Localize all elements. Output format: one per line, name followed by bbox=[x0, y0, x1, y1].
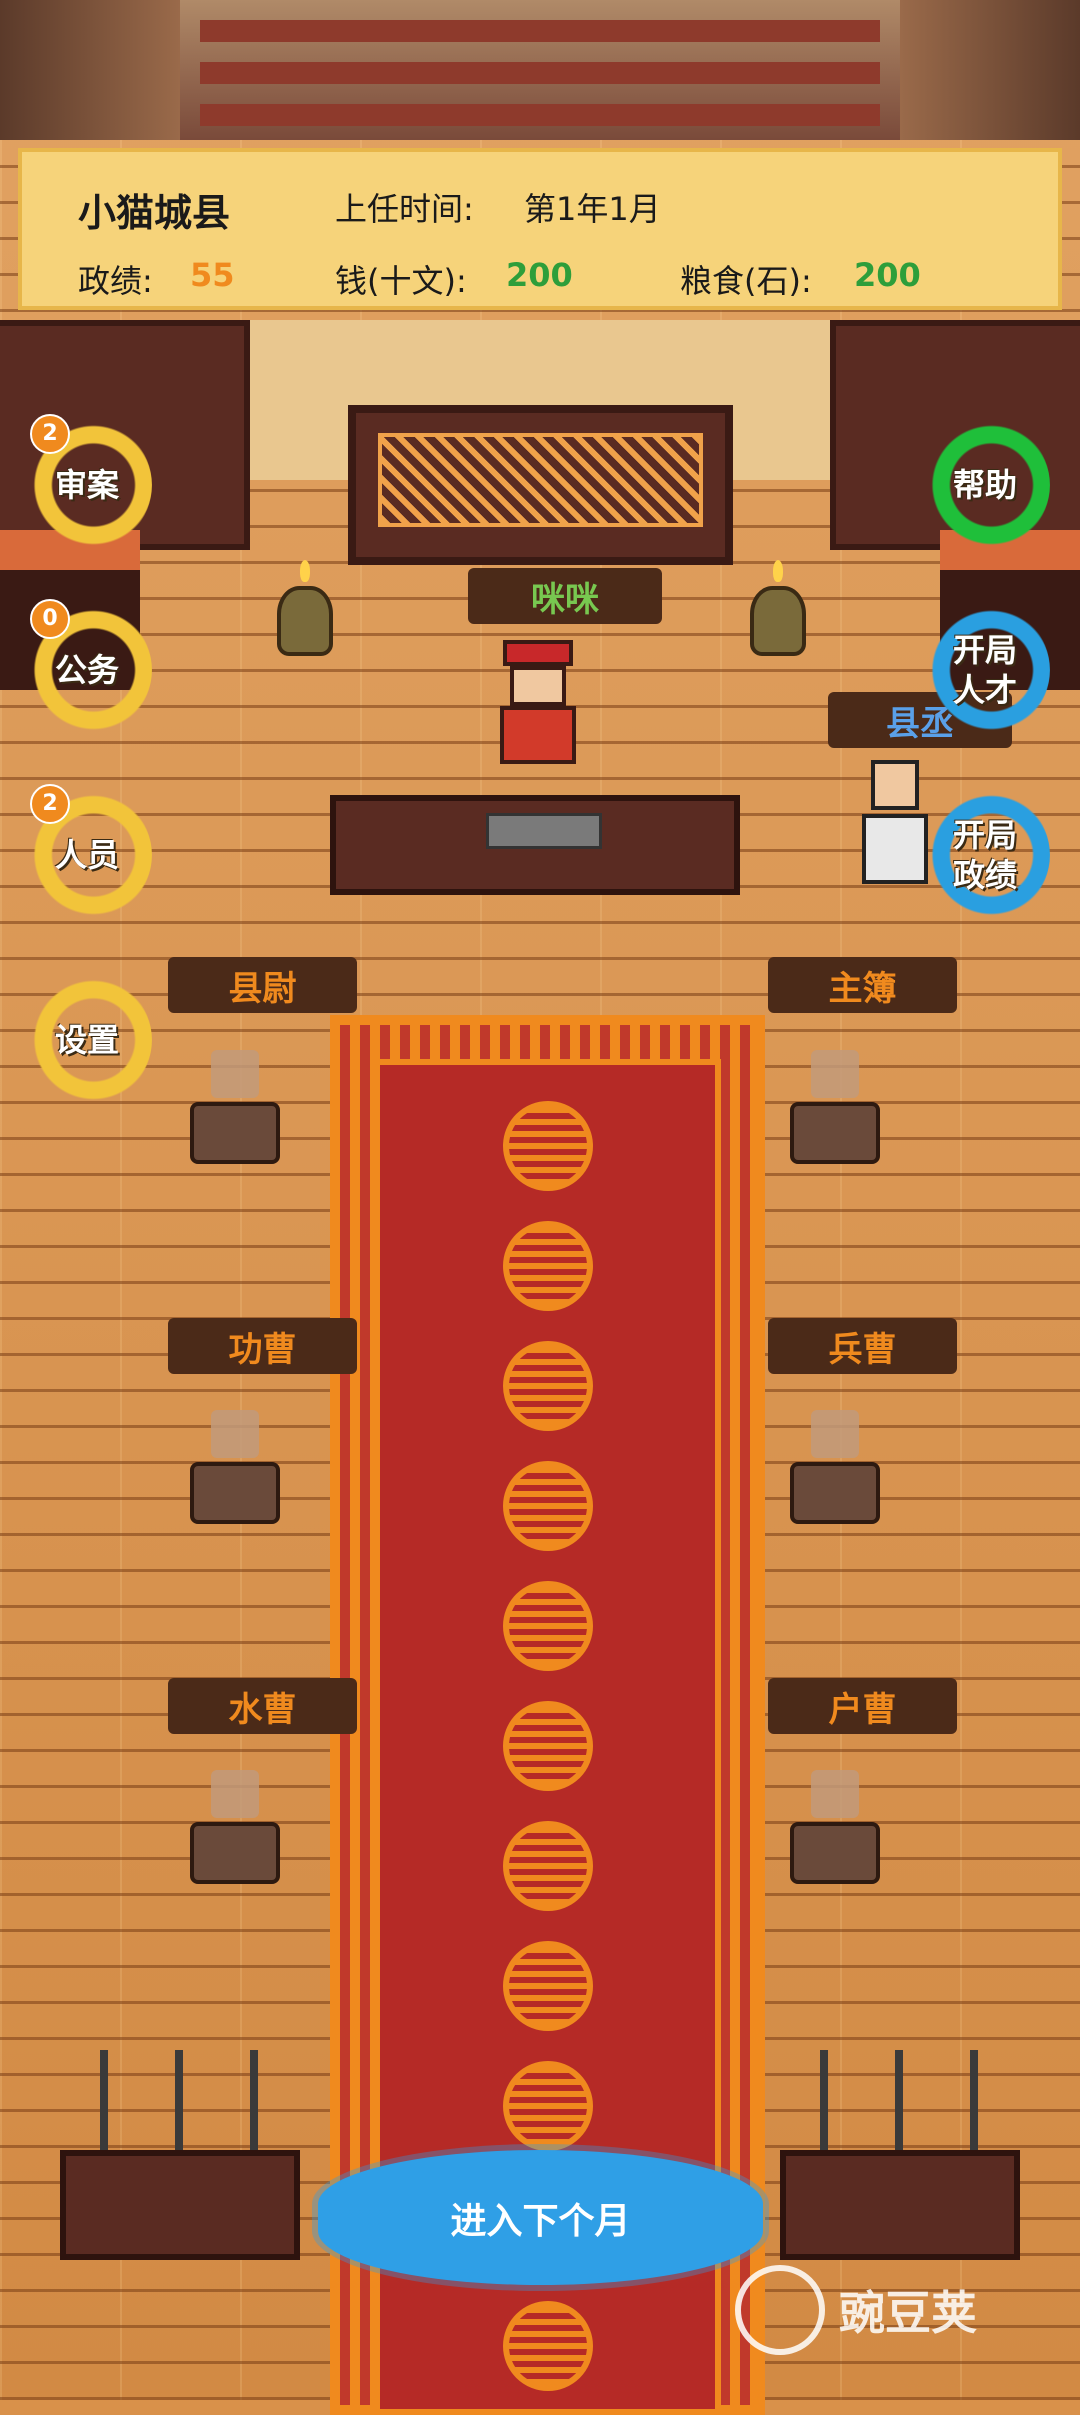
officer-plate-right-2: 兵曹 bbox=[768, 1318, 957, 1374]
roof bbox=[0, 0, 1080, 140]
staff-badge: 2 bbox=[30, 784, 70, 824]
officer-plate-left-3: 水曹 bbox=[168, 1678, 357, 1734]
guard-left-3[interactable] bbox=[185, 1770, 285, 1890]
staff-label: 人员 bbox=[54, 836, 119, 874]
lamp-right bbox=[748, 560, 808, 675]
starting-talent-label: 开局 人才 bbox=[952, 631, 1017, 709]
affairs-badge: 0 bbox=[30, 599, 70, 639]
trial-button[interactable]: 2 审案 bbox=[22, 414, 152, 550]
officer-plate-left-1: 县尉 bbox=[168, 957, 357, 1013]
official-affairs-button[interactable]: 0 公务 bbox=[22, 599, 152, 735]
officer-plate-left-2: 功曹 bbox=[168, 1318, 357, 1374]
ornate-screen bbox=[348, 405, 733, 565]
carpet-medallion bbox=[502, 1701, 593, 1791]
money-value: 200 bbox=[506, 256, 573, 294]
guard-left-2[interactable] bbox=[185, 1410, 285, 1530]
watermark-text: 豌豆荚 bbox=[839, 2286, 977, 2340]
term-label: 上任时间: bbox=[335, 190, 474, 228]
carpet-medallion bbox=[502, 1941, 593, 2031]
weapon-rack-left bbox=[60, 2050, 300, 2270]
affairs-label: 公务 bbox=[54, 651, 119, 689]
grain-value: 200 bbox=[854, 256, 921, 294]
settings-label: 设置 bbox=[54, 1021, 119, 1059]
merit-label: 政绩: bbox=[78, 262, 153, 300]
carpet-medallion bbox=[502, 2301, 593, 2391]
guard-left-1[interactable] bbox=[185, 1050, 285, 1170]
merit-value: 55 bbox=[190, 256, 235, 294]
roof-beam bbox=[200, 62, 880, 84]
guard-right-1[interactable] bbox=[785, 1050, 885, 1170]
trial-badge: 2 bbox=[30, 414, 70, 454]
curtain-right bbox=[900, 0, 1080, 140]
carpet-medallion bbox=[502, 1821, 593, 1911]
magistrate-desk bbox=[330, 795, 740, 895]
carpet-medallion bbox=[502, 1101, 593, 1191]
carpet-medallion bbox=[502, 1221, 593, 1311]
watermark: 豌豆荚 bbox=[735, 2250, 1055, 2370]
roof-beam bbox=[200, 104, 880, 126]
status-panel: 小猫城县 上任时间: 第1年1月 政绩: 55 钱(十文): 200 粮食(石)… bbox=[18, 148, 1062, 310]
starting-merit-label: 开局 政绩 bbox=[952, 816, 1017, 894]
carpet-medallion bbox=[502, 1581, 593, 1671]
grain-label: 粮食(石): bbox=[680, 262, 812, 300]
county-name: 小猫城县 bbox=[78, 191, 231, 235]
magistrate-character[interactable] bbox=[493, 640, 583, 765]
guard-right-3[interactable] bbox=[785, 1770, 885, 1890]
magistrate-name-plate: 咪咪 bbox=[468, 568, 662, 624]
lamp-left bbox=[275, 560, 335, 675]
officer-plate-right-1: 主簿 bbox=[768, 957, 957, 1013]
help-label: 帮助 bbox=[952, 466, 1017, 504]
settings-button[interactable]: 设置 bbox=[22, 975, 152, 1105]
carpet-medallion bbox=[502, 2061, 593, 2151]
term-value: 第1年1月 bbox=[524, 190, 661, 228]
staff-button[interactable]: 2 人员 bbox=[22, 784, 152, 920]
money-label: 钱(十文): bbox=[335, 262, 467, 300]
wandoujia-logo-icon bbox=[735, 2265, 825, 2355]
guard-right-2[interactable] bbox=[785, 1410, 885, 1530]
carpet-medallion bbox=[502, 1461, 593, 1551]
next-month-button[interactable]: 进入下个月 bbox=[318, 2150, 763, 2285]
starting-talent-button[interactable]: 开局 人才 bbox=[920, 605, 1050, 735]
carpet-medallion bbox=[502, 1341, 593, 1431]
trial-label: 审案 bbox=[54, 466, 119, 504]
roof-beam bbox=[200, 20, 880, 42]
starting-merit-button[interactable]: 开局 政绩 bbox=[920, 790, 1050, 920]
curtain-left bbox=[0, 0, 180, 140]
help-button[interactable]: 帮助 bbox=[920, 420, 1050, 550]
officer-plate-right-3: 户曹 bbox=[768, 1678, 957, 1734]
